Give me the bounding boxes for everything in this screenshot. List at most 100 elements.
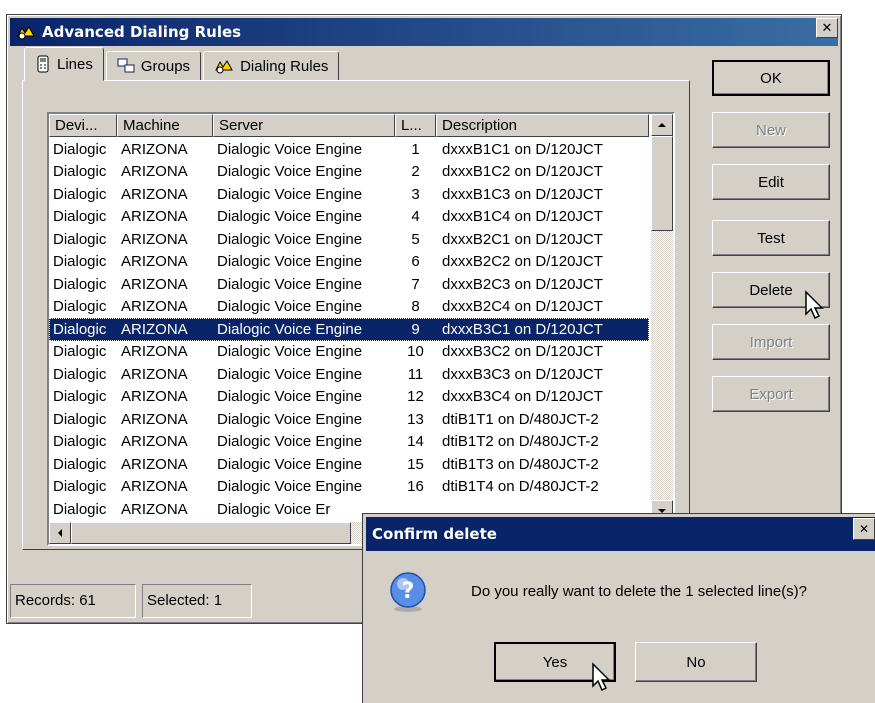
question-icon: ? xyxy=(390,572,426,612)
cell-machine: ARIZONA xyxy=(121,478,188,496)
table-row[interactable]: Dialogic ARIZONA Dialogic Voice Engine 10 dx… xyxy=(49,341,649,364)
cell-line: 6 xyxy=(411,253,420,271)
cell-description: dtiB1T3 on D/480JCT-2 xyxy=(442,455,599,473)
cell-machine: ARIZONA xyxy=(121,208,188,226)
table-row[interactable]: Dialogic ARIZONA Dialogic Voice Engine 13 dt… xyxy=(49,408,649,431)
cell-line: 4 xyxy=(411,208,420,226)
column-header-line[interactable]: L... xyxy=(395,114,436,137)
cell-machine: ARIZONA xyxy=(121,163,188,181)
column-header-machine[interactable]: Machine xyxy=(117,114,213,137)
close-icon: ✕ xyxy=(821,20,833,36)
cell-server: Dialogic Voice Engine xyxy=(217,163,363,181)
column-header-device[interactable]: Devi... xyxy=(49,114,117,137)
cell-device: Dialogic xyxy=(53,388,107,406)
tab-label: Lines xyxy=(57,55,93,73)
edit-button[interactable]: Edit xyxy=(712,164,830,200)
table-row[interactable]: Dialogic ARIZONA Dialogic Voice Engine 1 dxx… xyxy=(49,138,649,161)
cell-description: dxxxB1C2 on D/120JCT xyxy=(442,163,603,181)
tab-dialing-rules[interactable]: Dialing Rules xyxy=(203,51,340,81)
cell-machine: ARIZONA xyxy=(121,365,188,383)
cell-line: 7 xyxy=(411,275,420,293)
cell-description: dxxxB3C2 on D/120JCT xyxy=(442,343,603,361)
tab-label: Groups xyxy=(140,57,191,75)
cell-line: 9 xyxy=(411,320,420,338)
cell-description: dxxxB3C3 on D/120JCT xyxy=(442,365,603,383)
cell-machine: ARIZONA xyxy=(121,410,188,428)
table-row[interactable]: Dialogic ARIZONA Dialogic Voice Engine 4 dxx… xyxy=(49,206,649,229)
cell-server: Dialogic Voice Engine xyxy=(217,253,363,271)
cell-machine: ARIZONA xyxy=(121,140,188,158)
table-row[interactable]: Dialogic ARIZONA Dialogic Voice Engine 11 dx… xyxy=(49,363,649,386)
table-row[interactable]: Dialogic ARIZONA Dialogic Voice Engine 6 dxx… xyxy=(49,251,649,274)
cell-machine: ARIZONA xyxy=(121,455,188,473)
vertical-scrollbar[interactable] xyxy=(651,114,673,522)
no-button[interactable]: No xyxy=(635,642,757,682)
phone-icon xyxy=(37,55,49,73)
table-row[interactable]: Dialogic ARIZONA Dialogic Voice Engine 15 dt… xyxy=(49,453,649,476)
horizontal-scroll-thumb[interactable] xyxy=(71,522,351,544)
cell-description: dxxxB2C1 on D/120JCT xyxy=(442,230,603,248)
close-icon: ✕ xyxy=(858,522,870,536)
export-button[interactable]: Export xyxy=(712,376,830,412)
cell-device: Dialogic xyxy=(53,455,107,473)
new-button[interactable]: New xyxy=(712,112,830,148)
tab-label: Dialing Rules xyxy=(240,57,329,75)
lines-list[interactable]: Devi... Machine Server L... Description … xyxy=(47,112,675,546)
table-row[interactable]: Dialogic ARIZONA Dialogic Voice Engine 14 dt… xyxy=(49,431,649,454)
cell-device: Dialogic xyxy=(53,185,107,203)
cell-description: dxxxB3C1 on D/120JCT xyxy=(442,320,603,338)
vertical-scroll-thumb[interactable] xyxy=(651,136,673,231)
table-row[interactable]: Dialogic ARIZONA Dialogic Voice Engine 12 dx… xyxy=(49,386,649,409)
ok-button[interactable]: OK xyxy=(712,60,830,96)
list-rows: Dialogic ARIZONA Dialogic Voice Engine 1 dxx… xyxy=(49,138,649,521)
selected-count: Selected: 1 xyxy=(142,584,252,618)
cell-server: Dialogic Voice Engine xyxy=(217,185,363,203)
scroll-up-button[interactable] xyxy=(651,114,673,136)
table-row[interactable]: Dialogic ARIZONA Dialogic Voice Engine 8 dxx… xyxy=(49,296,649,319)
cell-description: dxxxB3C4 on D/120JCT xyxy=(442,388,603,406)
table-row[interactable]: Dialogic ARIZONA Dialogic Voice Engine 7 dxx… xyxy=(49,273,649,296)
dialog-title[interactable]: Confirm delete xyxy=(366,517,875,551)
cell-line: 13 xyxy=(407,410,424,428)
test-button[interactable]: Test xyxy=(712,220,830,256)
window-title: Advanced Dialing Rules xyxy=(42,23,242,41)
cell-server: Dialogic Voice Engine xyxy=(217,275,363,293)
window-close-button[interactable]: ✕ xyxy=(816,18,838,38)
cell-machine: ARIZONA xyxy=(121,230,188,248)
groups-icon xyxy=(117,58,135,73)
cell-line: 14 xyxy=(407,433,424,451)
dialog-close-button[interactable]: ✕ xyxy=(853,518,875,540)
table-row[interactable]: Dialogic ARIZONA Dialogic Voice Engine 3 dxx… xyxy=(49,183,649,206)
table-row[interactable]: Dialogic ARIZONA Dialogic Voice Engine 16 dt… xyxy=(49,476,649,499)
import-button[interactable]: Import xyxy=(712,324,830,360)
cell-device: Dialogic xyxy=(53,320,107,338)
cell-device: Dialogic xyxy=(53,253,107,271)
cell-server: Dialogic Voice Engine xyxy=(217,410,363,428)
cell-description: dxxxB2C4 on D/120JCT xyxy=(442,298,603,316)
cell-device: Dialogic xyxy=(53,230,107,248)
cell-device: Dialogic xyxy=(53,343,107,361)
cell-server: Dialogic Voice Engine xyxy=(217,388,363,406)
cell-server: Dialogic Voice Engine xyxy=(217,208,363,226)
cell-line: 1 xyxy=(411,140,420,158)
delete-button[interactable]: Delete xyxy=(712,272,830,308)
scroll-left-button[interactable] xyxy=(49,522,71,544)
table-row[interactable]: Dialogic ARIZONA Dialogic Voice Engine 5 dxx… xyxy=(49,228,649,251)
list-header: Devi... Machine Server L... Description xyxy=(49,114,649,137)
cell-line: 16 xyxy=(407,478,424,496)
yes-button[interactable]: Yes xyxy=(494,642,616,682)
cell-description: dtiB1T2 on D/480JCT-2 xyxy=(442,433,599,451)
cell-description: dtiB1T4 on D/480JCT-2 xyxy=(442,478,599,496)
cell-device: Dialogic xyxy=(53,140,107,158)
column-header-description[interactable]: Description xyxy=(436,114,649,137)
column-header-server[interactable]: Server xyxy=(213,114,395,137)
cell-line: 8 xyxy=(411,298,420,316)
tab-groups[interactable]: Groups xyxy=(105,51,202,81)
cell-line: 12 xyxy=(407,388,424,406)
table-row[interactable]: Dialogic ARIZONA Dialogic Voice Engine 9 dxx… xyxy=(49,318,649,341)
table-row[interactable]: Dialogic ARIZONA Dialogic Voice Engine 2 dxx… xyxy=(49,161,649,184)
cell-device: Dialogic xyxy=(53,298,107,316)
title-bar[interactable]: Advanced Dialing Rules xyxy=(10,18,838,46)
cell-machine: ARIZONA xyxy=(121,343,188,361)
tab-lines[interactable]: Lines xyxy=(24,47,104,81)
